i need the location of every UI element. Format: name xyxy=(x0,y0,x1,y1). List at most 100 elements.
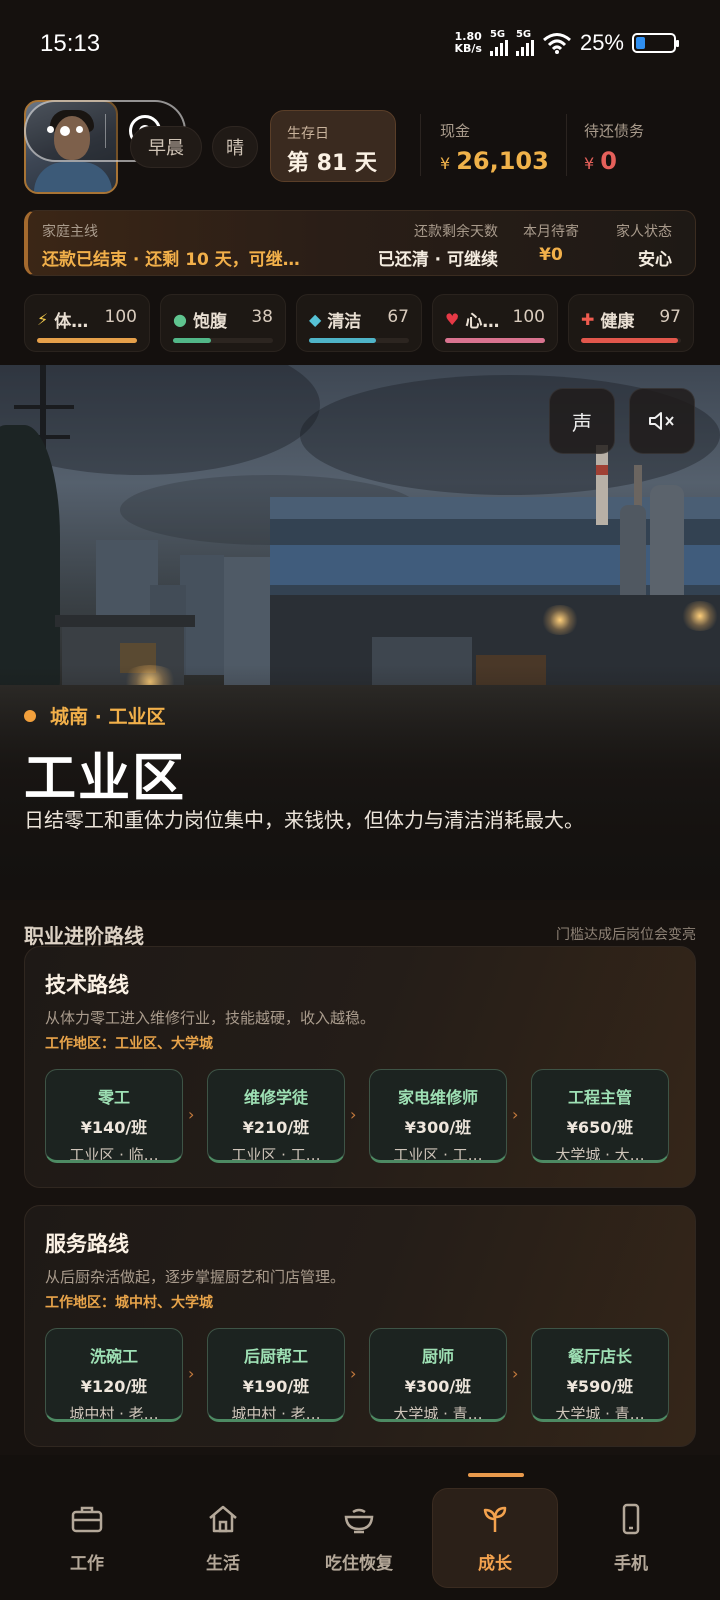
signal-icon: 5G xyxy=(489,30,508,56)
cash-label: 现金 xyxy=(440,122,471,140)
stat-1[interactable]: ● 饱腹 38 xyxy=(160,294,286,352)
step-job: 餐厅店长 xyxy=(567,1347,632,1366)
career-step[interactable]: 厨师 ¥300/班 大学城 · 青… xyxy=(369,1328,507,1422)
tab-2[interactable]: 吃住恢复 xyxy=(296,1488,422,1588)
chevron-right-icon: › xyxy=(512,1105,519,1124)
stat-name: 饱腹 xyxy=(192,312,227,332)
speaker-mute-icon xyxy=(649,412,674,430)
more-menu-icon[interactable] xyxy=(26,126,105,136)
family-status: 家人状态 安心 xyxy=(616,224,672,270)
signal-icon: 5G xyxy=(515,30,534,56)
sprout-icon xyxy=(478,1503,512,1539)
tab-label: 工作 xyxy=(70,1553,104,1574)
step-job: 工程主管 xyxy=(567,1088,632,1107)
step-job: 后厨帮工 xyxy=(243,1347,308,1366)
mute-button[interactable] xyxy=(629,388,695,454)
step-job: 维修学徒 xyxy=(243,1088,308,1107)
stat-bar-track xyxy=(173,338,273,343)
route-area: 工作地区：工业区、大学城 xyxy=(45,1036,213,1052)
location-title: 工业区 xyxy=(24,749,187,809)
career-step[interactable]: 工程主管 ¥650/班 大学城 · 大… xyxy=(531,1069,669,1163)
stat-bar-fill xyxy=(445,338,545,343)
stat-value: 67 xyxy=(387,307,409,327)
stat-0[interactable]: ⚡ 体… 100 xyxy=(24,294,150,352)
stat-name: 清洁 xyxy=(327,312,362,332)
stat-bar-track xyxy=(445,338,545,343)
step-pay: ¥140/班 xyxy=(80,1118,148,1137)
career-route-card: 技术路线 从体力零工进入维修行业，技能越硬，收入越稳。 工作地区：工业区、大学城 零工… xyxy=(24,946,696,1188)
battery-level xyxy=(636,37,645,49)
section-title: 职业进阶路线 xyxy=(24,924,144,948)
time-of-day-pill: 早晨 xyxy=(130,126,202,168)
location-description: 日结零工和重体力岗位集中，来钱快，但体力与清洁消耗最大。 xyxy=(24,808,584,832)
step-place: 城中村 · 老… xyxy=(69,1405,159,1422)
step-job: 厨师 xyxy=(421,1347,454,1366)
step-job: 零工 xyxy=(97,1088,130,1107)
survival-day-card: 生存日 第 81 天 xyxy=(270,110,396,182)
battery-icon xyxy=(632,33,679,53)
status-time: 15:13 xyxy=(40,30,101,57)
lightning-icon: ⚡ xyxy=(37,310,49,329)
route-description: 从后厨杂活做起，逐步掌握厨艺和门店管理。 xyxy=(45,1268,346,1286)
chevron-right-icon: › xyxy=(188,1105,195,1124)
stat-value: 100 xyxy=(104,307,137,327)
stat-2[interactable]: ◆ 清洁 67 xyxy=(296,294,422,352)
step-pay: ¥300/班 xyxy=(404,1377,472,1396)
chevron-right-icon: › xyxy=(188,1364,195,1383)
career-step[interactable]: 餐厅店长 ¥590/班 大学城 · 青… xyxy=(531,1328,669,1422)
briefcase-icon xyxy=(70,1503,104,1539)
debt-block: 待还债务 ¥0 xyxy=(584,120,644,175)
tab-0[interactable]: 工作 xyxy=(24,1488,150,1588)
active-tab-indicator xyxy=(468,1473,524,1477)
step-pay: ¥650/班 xyxy=(566,1118,634,1137)
stat-bar-fill xyxy=(581,338,678,343)
divider xyxy=(566,114,567,176)
career-step[interactable]: 零工 ¥140/班 工业区 · 临… xyxy=(45,1069,183,1163)
career-step[interactable]: 洗碗工 ¥120/班 城中村 · 老… xyxy=(45,1328,183,1422)
stat-value: 100 xyxy=(512,307,545,327)
weather-pill: 晴 xyxy=(212,126,258,168)
tab-1[interactable]: 生活 xyxy=(160,1488,286,1588)
tab-label: 生活 xyxy=(206,1553,240,1574)
phone-icon xyxy=(614,1503,648,1539)
step-place: 大学城 · 青… xyxy=(393,1405,483,1422)
stat-name: 健康 xyxy=(600,312,635,332)
section-hint: 门槛达成后岗位会变亮 xyxy=(556,927,696,943)
step-place: 大学城 · 青… xyxy=(555,1405,645,1422)
home-icon xyxy=(206,1503,240,1539)
stat-value: 38 xyxy=(251,307,273,327)
stat-4[interactable]: ✚ 健康 97 xyxy=(568,294,694,352)
stat-name: 体… xyxy=(54,312,89,332)
dot-icon: ● xyxy=(173,310,187,329)
family-quest-bar[interactable]: 家庭主线 还款已结束 · 还剩 10 天，可继… 还款剩余天数 已还清 · 可继… xyxy=(24,210,696,276)
tab-4[interactable]: 手机 xyxy=(568,1488,694,1588)
step-job: 洗碗工 xyxy=(89,1347,138,1366)
cash-value: ¥26,103 xyxy=(440,147,549,175)
step-place: 大学城 · 大… xyxy=(555,1146,645,1163)
voice-button[interactable]: 声 xyxy=(549,388,615,454)
career-step[interactable]: 后厨帮工 ¥190/班 城中村 · 老… xyxy=(207,1328,345,1422)
stat-value: 97 xyxy=(659,307,681,327)
tab-label: 成长 xyxy=(478,1553,512,1574)
career-step[interactable]: 维修学徒 ¥210/班 工业区 · 工… xyxy=(207,1069,345,1163)
step-place: 城中村 · 老… xyxy=(231,1405,321,1422)
chevron-right-icon: › xyxy=(350,1105,357,1124)
career-step[interactable]: 家电维修师 ¥300/班 工业区 · 工… xyxy=(369,1069,507,1163)
tab-3[interactable]: 成长 xyxy=(432,1488,558,1588)
step-pay: ¥190/班 xyxy=(242,1377,310,1396)
network-speed: 1.80 KB/s xyxy=(454,30,482,55)
step-pay: ¥300/班 xyxy=(404,1118,472,1137)
chevron-right-icon: › xyxy=(512,1364,519,1383)
route-area: 工作地区：城中村、大学城 xyxy=(45,1295,213,1311)
status-icons: 1.80 KB/s 5G 5G 25% xyxy=(454,30,679,56)
route-description: 从体力零工进入维修行业，技能越硬，收入越稳。 xyxy=(45,1009,376,1027)
battery-percent: 25% xyxy=(579,30,624,55)
stat-bar-track xyxy=(581,338,681,343)
stat-3[interactable]: ♥ 心… 100 xyxy=(432,294,558,352)
heart-icon: ♥ xyxy=(445,310,460,329)
step-place: 工业区 · 工… xyxy=(231,1146,321,1163)
location-dot-icon xyxy=(24,709,36,722)
career-route-card: 服务路线 从后厨杂活做起，逐步掌握厨艺和门店管理。 工作地区：城中村、大学城 洗碗工 ¥… xyxy=(24,1205,696,1447)
cash-block: 现金 ¥26,103 xyxy=(440,120,549,175)
stat-name: 心… xyxy=(465,312,500,332)
